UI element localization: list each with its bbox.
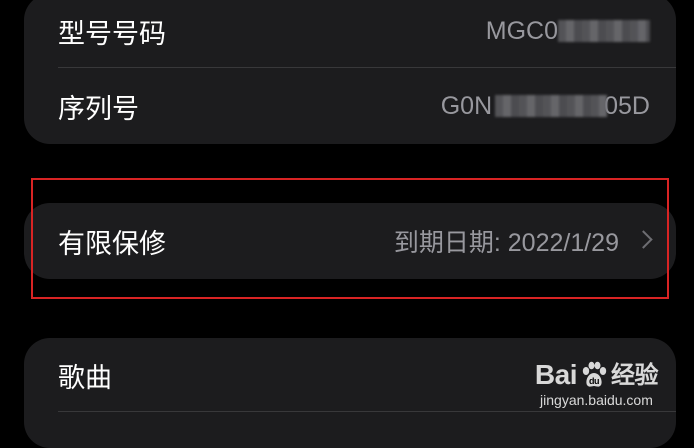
warranty-group: 有限保修 到期日期: 2022/1/29 (24, 203, 676, 279)
serial-number-prefix: G0N (440, 91, 493, 120)
model-number-redaction (558, 20, 650, 42)
baidu-watermark-url: jingyan.baidu.com (540, 392, 653, 408)
baidu-logo-right: 经验 (611, 361, 659, 389)
warranty-expiry-value: 到期日期: 2022/1/29 (393, 229, 619, 257)
serial-number-row[interactable]: 序列号 G0N 05D (24, 68, 676, 144)
device-info-group: 型号号码 MGC0 序列号 G0N 05D (24, 0, 676, 144)
songs-label: 歌曲 (58, 362, 112, 394)
serial-number-redaction (494, 95, 607, 117)
model-number-value: MGC0 (486, 17, 650, 46)
model-number-label: 型号号码 (58, 18, 166, 50)
serial-number-value: G0N 05D (441, 92, 650, 121)
limited-warranty-row[interactable]: 有限保修 到期日期: 2022/1/29 (24, 203, 676, 279)
model-number-value-text: MGC0 (485, 16, 558, 45)
svg-text:du: du (589, 376, 599, 386)
baidu-logo-left: Bai (534, 359, 578, 390)
paw-icon: du (582, 361, 607, 387)
limited-warranty-label: 有限保修 (58, 228, 166, 260)
serial-number-suffix: 05D (604, 91, 650, 120)
chevron-right-icon (634, 229, 653, 249)
model-number-row[interactable]: 型号号码 MGC0 (24, 0, 676, 68)
serial-number-label: 序列号 (58, 93, 139, 125)
row-divider (58, 411, 676, 412)
baidu-watermark: Bai du 经验 jingyan.baidu.com (534, 359, 659, 409)
baidu-logo: Bai du 经验 (534, 359, 659, 390)
